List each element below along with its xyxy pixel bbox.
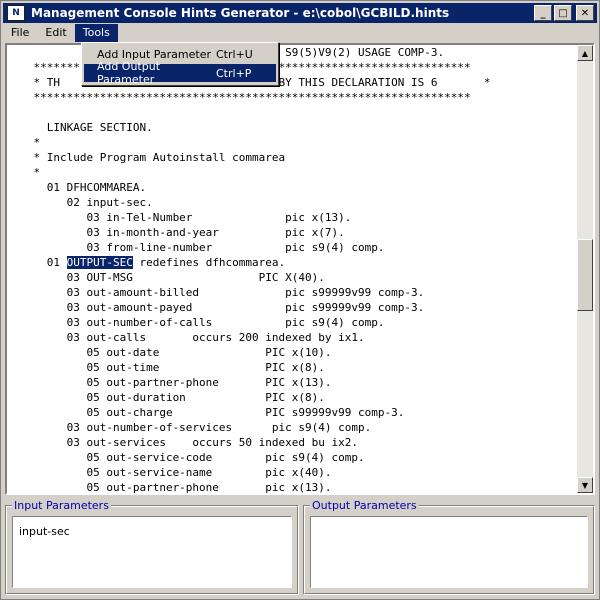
input-parameters-panel: Input Parameters input-sec — [5, 499, 299, 595]
code-line[interactable]: * — [7, 165, 490, 180]
title-bar[interactable]: N Management Console Hints Generator - e… — [3, 3, 597, 23]
code-line[interactable]: 03 out-number-of-calls pic s9(4) comp. — [7, 315, 490, 330]
code-line[interactable]: 05 out-time PIC x(8). — [7, 360, 490, 375]
code-line[interactable]: 05 out-partner-phone PIC x(13). — [7, 375, 490, 390]
menu-file[interactable]: File — [3, 24, 37, 42]
minimize-button[interactable]: _ — [534, 5, 552, 21]
code-line[interactable]: 05 out-service-code pic s9(4) comp. — [7, 450, 490, 465]
code-line[interactable]: 05 out-service-name pic x(40). — [7, 465, 490, 480]
code-line[interactable]: 05 out-duration PIC x(8). — [7, 390, 490, 405]
code-line[interactable]: 05 out-date PIC x(10). — [7, 345, 490, 360]
code-line[interactable]: * — [7, 135, 490, 150]
input-parameters-list[interactable]: input-sec — [12, 516, 292, 588]
code-line[interactable]: 03 in-month-and-year pic x(7). — [7, 225, 490, 240]
vertical-scrollbar[interactable]: ▲ ▼ — [577, 45, 593, 493]
menu-item-shortcut: Ctrl+U — [216, 47, 253, 61]
window-controls: _ □ ✕ — [534, 5, 594, 21]
code-line[interactable]: 03 out-calls occurs 200 indexed by ix1. — [7, 330, 490, 345]
app-window: N Management Console Hints Generator - e… — [0, 0, 600, 600]
output-parameters-list[interactable] — [310, 516, 588, 588]
code-line-suffix: redefines dfhcommarea. — [132, 256, 286, 269]
scroll-thumb[interactable] — [577, 239, 593, 311]
menu-item-shortcut: Ctrl+P — [216, 66, 252, 80]
code-text[interactable]: S9(5)V9(2) USAGE COMP-3. ***************… — [7, 45, 490, 493]
list-item[interactable]: input-sec — [19, 525, 291, 538]
app-icon[interactable]: N — [7, 5, 25, 21]
menu-item-add-output-parameter[interactable]: Add Output Parameter Ctrl+P — [84, 60, 276, 86]
code-line[interactable]: 03 OUT-MSG PIC X(40). — [7, 270, 490, 285]
code-line[interactable]: 05 out-partner-phone pic x(13). — [7, 480, 490, 493]
code-line[interactable]: 01 DFHCOMMAREA. — [7, 180, 490, 195]
code-editor[interactable]: S9(5)V9(2) USAGE COMP-3. ***************… — [5, 43, 595, 495]
maximize-button[interactable]: □ — [554, 5, 572, 21]
code-line[interactable]: 03 out-number-of-services pic s9(4) comp… — [7, 420, 490, 435]
code-line[interactable]: ****************************************… — [7, 90, 490, 105]
panel-title: Output Parameters — [310, 499, 419, 512]
menu-edit[interactable]: Edit — [37, 24, 74, 42]
code-line[interactable]: 03 in-Tel-Number pic x(13). — [7, 210, 490, 225]
code-line[interactable]: 03 out-amount-billed pic s99999v99 comp-… — [7, 285, 490, 300]
selected-text[interactable]: OUTPUT-SEC — [66, 256, 133, 269]
code-line-prefix: 01 — [7, 256, 67, 269]
close-button[interactable]: ✕ — [576, 5, 594, 21]
window-title: Management Console Hints Generator - e:\… — [31, 6, 450, 20]
menu-item-label: Add Output Parameter — [97, 60, 161, 86]
code-line[interactable]: LINKAGE SECTION. — [7, 120, 490, 135]
code-line[interactable]: * Include Program Autoinstall commarea — [7, 150, 490, 165]
panel-title: Input Parameters — [12, 499, 111, 512]
scroll-down-button[interactable]: ▼ — [577, 477, 593, 493]
code-line[interactable]: 03 from-line-number pic s9(4) comp. — [7, 240, 490, 255]
code-line[interactable]: 01 OUTPUT-SEC redefines dfhcommarea. — [7, 255, 490, 270]
menu-bar: File Edit Tools — [3, 24, 597, 42]
output-parameters-panel: Output Parameters — [303, 499, 595, 595]
scroll-up-button[interactable]: ▲ — [577, 45, 593, 61]
code-line[interactable] — [7, 105, 490, 120]
tools-menu-dropdown: Add Input Parameter Ctrl+U Add Output Pa… — [81, 42, 279, 86]
code-line[interactable]: 03 out-services occurs 50 indexed bu ix2… — [7, 435, 490, 450]
code-line[interactable]: 03 out-amount-payed pic s99999v99 comp-3… — [7, 300, 490, 315]
menu-item-label: Add Input Parameter — [97, 47, 212, 61]
code-line[interactable]: 05 out-charge PIC s99999v99 comp-3. — [7, 405, 490, 420]
menu-tools[interactable]: Tools — [74, 24, 118, 42]
code-line[interactable]: 02 input-sec. — [7, 195, 490, 210]
